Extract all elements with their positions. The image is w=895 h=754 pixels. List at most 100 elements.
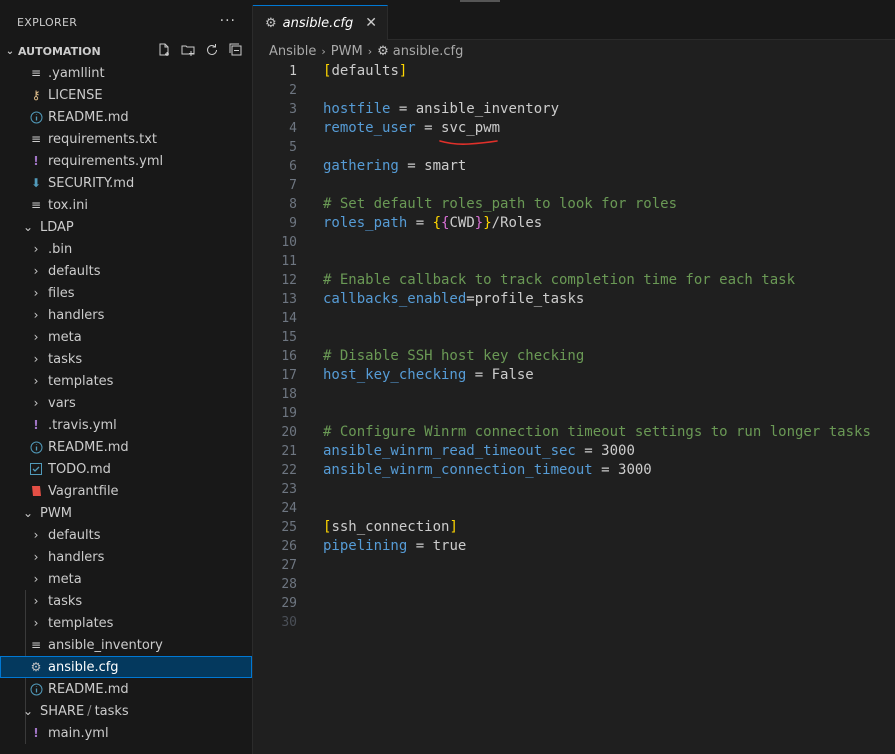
folder-pwm-defaults[interactable]: › defaults (0, 524, 252, 546)
line-number: 17 (281, 368, 297, 383)
line-number: 12 (281, 273, 297, 288)
file-tox-ini[interactable]: ≡ tox.ini (0, 194, 252, 216)
chevron-right-icon: › (33, 286, 39, 300)
more-actions-icon[interactable]: ··· (220, 13, 236, 29)
yaml-icon: ! (33, 726, 39, 740)
code-line: 7 (253, 176, 895, 195)
code-line: 15 (253, 328, 895, 347)
code-line: 5 (253, 138, 895, 157)
line-number: 28 (281, 577, 297, 592)
file-readme-ldap[interactable]: README.md (0, 436, 252, 458)
code-line: 26 pipelining = true (253, 537, 895, 556)
refresh-icon[interactable] (204, 42, 220, 58)
folder-ldap[interactable]: ⌄ LDAP (0, 216, 252, 238)
file-ansible-inventory[interactable]: ≡ ansible_inventory (0, 634, 252, 656)
download-arrow-icon: ⬇ (30, 176, 42, 190)
chevron-right-icon: › (33, 572, 39, 586)
code-line: 8 # Set default roles_path to look for ro… (253, 195, 895, 214)
workspace-section-header[interactable]: ⌄ AUTOMATION (0, 40, 252, 62)
folder-ldap-tasks[interactable]: › tasks (0, 348, 252, 370)
line-number: 8 (289, 197, 297, 212)
code-line: 9 roles_path = {{CWD}}/Roles (253, 214, 895, 233)
folder-ldap-bin[interactable]: › .bin (0, 238, 252, 260)
folder-ldap-templates[interactable]: › templates (0, 370, 252, 392)
code-line: 4 remote_user = svc_pwm (253, 119, 895, 138)
gear-icon: ⚙ (265, 15, 277, 31)
code-line: 19 (253, 404, 895, 423)
lines-file-icon: ≡ (30, 66, 42, 80)
file-tree: ≡ .yamllint ⚷ LICENSE README.md ≡ requireme… (0, 62, 252, 744)
chevron-right-icon: › (33, 528, 39, 542)
file-readme-pwm[interactable]: README.md (0, 678, 252, 700)
code-line: 27 (253, 556, 895, 575)
folder-share-tasks[interactable]: ⌄ SHARE / tasks (0, 700, 252, 722)
folder-pwm[interactable]: ⌄ PWM (0, 502, 252, 524)
folder-ldap-meta[interactable]: › meta (0, 326, 252, 348)
file-travis-yml[interactable]: ! .travis.yml (0, 414, 252, 436)
code-line: 21 ansible_winrm_read_timeout_sec = 3000 (253, 442, 895, 461)
annotation-underline (439, 140, 498, 145)
info-icon (28, 109, 44, 125)
line-number: 23 (281, 482, 297, 497)
file-main-yml[interactable]: ! main.yml (0, 722, 252, 744)
chevron-down-icon[interactable]: ⌄ (4, 46, 16, 57)
new-folder-icon[interactable] (180, 42, 196, 58)
folder-ldap-defaults[interactable]: › defaults (0, 260, 252, 282)
collapse-all-icon[interactable] (228, 42, 244, 58)
vagrant-icon (28, 483, 44, 499)
code-line: 24 (253, 499, 895, 518)
lines-file-icon: ≡ (30, 132, 42, 146)
chevron-right-icon: › (33, 594, 39, 608)
file-requirements-txt[interactable]: ≡ requirements.txt (0, 128, 252, 150)
explorer-actions (156, 42, 244, 58)
folder-ldap-vars[interactable]: › vars (0, 392, 252, 414)
folder-ldap-files[interactable]: › files (0, 282, 252, 304)
code-line: 6 gathering = smart (253, 157, 895, 176)
file-security[interactable]: ⬇ SECURITY.md (0, 172, 252, 194)
tab-ansible-cfg[interactable]: ⚙ ansible.cfg ✕ (253, 5, 388, 40)
breadcrumb-ansible[interactable]: Ansible (269, 44, 316, 59)
new-file-icon[interactable] (156, 42, 172, 58)
breadcrumb-pwm[interactable]: PWM (331, 44, 363, 59)
workspace-name: AUTOMATION (18, 44, 101, 58)
tab-bar: ⚙ ansible.cfg ✕ (253, 5, 895, 40)
file-ansible-cfg[interactable]: ⚙ ansible.cfg (0, 656, 252, 678)
explorer-header: EXPLORER ··· (0, 5, 252, 40)
file-license[interactable]: ⚷ LICENSE (0, 84, 252, 106)
line-number: 6 (289, 159, 297, 174)
file-readme-root[interactable]: README.md (0, 106, 252, 128)
chevron-right-icon: › (367, 44, 373, 58)
line-number: 1 (289, 64, 297, 79)
info-icon (28, 439, 44, 455)
line-number: 19 (281, 406, 297, 421)
code-editor[interactable]: 1 [defaults] 2 3 hostfile = ansible_invent… (253, 62, 895, 632)
line-number: 29 (281, 596, 297, 611)
file-yamllint[interactable]: ≡ .yamllint (0, 62, 252, 84)
close-icon[interactable]: ✕ (365, 15, 377, 31)
line-number: 25 (281, 520, 297, 535)
line-number: 30 (281, 615, 297, 630)
breadcrumb-file[interactable]: ansible.cfg (393, 44, 464, 59)
folder-pwm-meta[interactable]: › meta (0, 568, 252, 590)
code-line: 20 # Configure Winrm connection timeout s… (253, 423, 895, 442)
folder-pwm-handlers[interactable]: › handlers (0, 546, 252, 568)
line-number: 16 (281, 349, 297, 364)
line-number: 11 (281, 254, 297, 269)
line-number: 5 (289, 140, 297, 155)
code-line: 17 host_key_checking = False (253, 366, 895, 385)
folder-pwm-templates[interactable]: › templates (0, 612, 252, 634)
file-requirements-yml[interactable]: ! requirements.yml (0, 150, 252, 172)
file-todo[interactable]: TODO.md (0, 458, 252, 480)
chevron-down-icon: ⌄ (22, 704, 34, 718)
folder-pwm-tasks[interactable]: › tasks (0, 590, 252, 612)
chevron-right-icon: › (33, 330, 39, 344)
gear-icon: ⚙ (377, 43, 389, 59)
folder-ldap-handlers[interactable]: › handlers (0, 304, 252, 326)
file-vagrantfile[interactable]: Vagrantfile (0, 480, 252, 502)
chevron-right-icon: › (33, 264, 39, 278)
line-number: 20 (281, 425, 297, 440)
chevron-right-icon: › (33, 308, 39, 322)
line-number: 24 (281, 501, 297, 516)
code-line: 28 (253, 575, 895, 594)
yaml-icon: ! (33, 418, 39, 432)
